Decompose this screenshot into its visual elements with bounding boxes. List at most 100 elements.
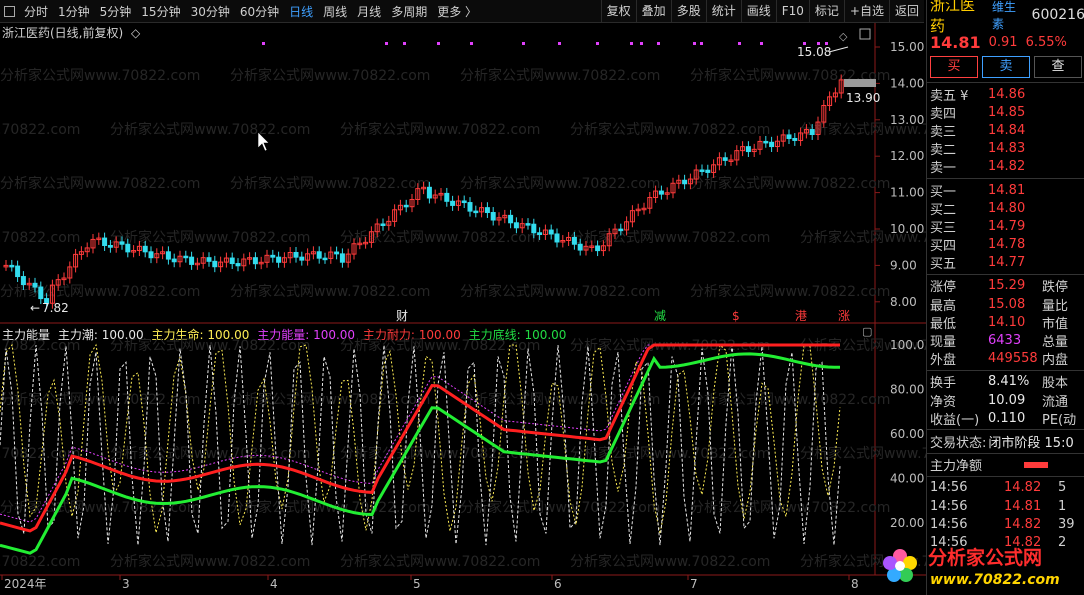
logo-url: www.70822.com (930, 572, 1060, 588)
candle-body (444, 192, 450, 202)
stock-tag[interactable]: 维生素 (992, 0, 1026, 32)
price-row: 14.81 0.91 6.55% (927, 30, 1084, 54)
candle-body (38, 286, 44, 300)
candle-body (769, 141, 775, 148)
candle-body (525, 223, 531, 226)
watermark-text: 分析家公式网www.70822.com (230, 391, 430, 408)
chart-canvas[interactable]: 分析家公式网www.70822.com 分析家公式网www.70822.com 分析… (0, 0, 926, 595)
bid-row-3: 买三 14.79 (930, 218, 1026, 236)
date-tick-label: 8 (851, 577, 859, 591)
pane-toggle-icon[interactable] (859, 28, 871, 40)
stock-name: 浙江医药 (930, 0, 976, 35)
candle-body (293, 251, 299, 258)
site-logo: 分析家公式网 www.70822.com (883, 546, 1060, 588)
candle-body (334, 251, 340, 255)
signal-dot (693, 42, 696, 45)
current-price-tag: 13.90 (846, 91, 880, 105)
watermark-text: 分析家公式网www.70822.com (0, 283, 200, 300)
net-flow-bar (1024, 461, 1048, 468)
indicator-tick-label: 20.00 (890, 516, 924, 530)
sell-button[interactable]: 卖 (982, 56, 1030, 78)
watermark-text: 分析家公式网www.70822.com (340, 553, 540, 570)
tick-row: 14:56 14.82 39 (930, 516, 1075, 532)
watermark-text: 分析家公式网www.70822.com (460, 283, 660, 300)
watermark-text: 分析家公式网www.70822.com (230, 499, 430, 516)
trade-status: 交易状态: 闭市阶段 15:0 (930, 435, 1074, 451)
signal-dot (558, 42, 561, 45)
date-tick-label: 4 (270, 577, 278, 591)
candle-body (20, 276, 26, 286)
candle-body (658, 190, 664, 195)
candle-body (403, 204, 409, 208)
watermark-text: 分析家公式网www.70822.com (0, 175, 200, 192)
candle-body (682, 179, 688, 185)
buy-button[interactable]: 买 (930, 56, 978, 78)
candle-body (722, 157, 728, 161)
price-tick-label: 14.00 (890, 76, 924, 90)
stat-limit-up: 涨停 15.29 跌停 (930, 278, 1069, 296)
candle-body (618, 228, 624, 232)
date-tick-label: 7 (690, 577, 698, 591)
watermark-text: 分析家公式网www.70822.com (460, 67, 660, 84)
ask-row-2: 卖二 14.83 (930, 141, 1026, 159)
candle-body (450, 200, 456, 206)
price-change: 0.91 (988, 34, 1018, 50)
watermark-text: 分析家公式网www.70822.com (0, 499, 200, 516)
date-tick-label: 5 (413, 577, 421, 591)
indicator-tick-label: 60.00 (890, 427, 924, 441)
stat-low: 最低 14.10 市值 (930, 314, 1069, 332)
tick-row: 14:56 14.82 5 (930, 480, 1067, 496)
signal-dot (437, 42, 440, 45)
date-axis: 2024年 3 4 5 6 7 8 (1, 575, 859, 591)
event-marker: 涨 (838, 308, 850, 323)
candle-body (15, 265, 21, 278)
price-tick-label: 13.00 (890, 113, 924, 127)
watermark-text: 分析家公式网www.70822.com (690, 283, 890, 300)
diamond-icon[interactable]: ◇ (839, 30, 848, 43)
watermark-text: 分析家公式网www.70822.com (0, 67, 200, 84)
candle-body (554, 233, 560, 243)
candle-body (125, 243, 131, 253)
candle-body (531, 223, 537, 234)
candle-body (276, 256, 282, 263)
watermark-text: 分析家公式网www.70822.com (570, 229, 770, 246)
low-arrow-icon: ← (30, 301, 40, 315)
watermark-text: 分析家公式网www.70822.com (110, 121, 310, 138)
candle-body (165, 251, 171, 260)
bid-row-1: 买一 14.81 (930, 182, 1026, 200)
candle-body (316, 251, 322, 259)
candle-body (171, 258, 177, 263)
candle-body (537, 232, 543, 236)
stat-turnover: 换手 8.41% 股本 (930, 374, 1069, 392)
logo-text: 分析家公式网 (928, 546, 1042, 569)
current-price-bar (844, 79, 876, 87)
date-tick-label: 6 (554, 577, 562, 591)
signal-dot (596, 42, 599, 45)
candle-body (595, 245, 601, 252)
candle-body (548, 229, 554, 235)
candle-body (380, 223, 386, 226)
watermark-text: 分析家公式网www.70822.com (230, 283, 430, 300)
ask-row-3: 卖三 14.84 (930, 122, 1026, 140)
date-tick-label: 2024年 (4, 577, 47, 591)
signal-dots (262, 42, 828, 45)
quote-panel: 浙江医药 维生素 600216 14.81 0.91 6.55% 买 卖 查 卖… (926, 0, 1084, 595)
event-marker: 财 (396, 309, 408, 323)
signal-dot (522, 42, 525, 45)
stat-high: 最高 15.08 量比 (930, 296, 1069, 314)
candle-body (577, 243, 583, 251)
candle-body (786, 134, 792, 139)
query-button[interactable]: 查 (1034, 56, 1082, 78)
watermark-text: 分析家公式网www.70822.com (110, 445, 310, 462)
candle-body (183, 255, 189, 259)
candle-body (212, 260, 218, 268)
ind-pane-toggle-icon[interactable]: ▢ (862, 325, 872, 338)
watermark-text: 分析家公式网www.70822.com (110, 553, 310, 570)
candle-body (571, 236, 577, 245)
signal-dot (262, 42, 265, 45)
candle-body (252, 257, 258, 265)
net-flow-row: 主力净额 (927, 456, 1084, 474)
signal-dot (657, 42, 660, 45)
candle-body (508, 214, 514, 224)
price-tick-label: 11.00 (890, 186, 924, 200)
